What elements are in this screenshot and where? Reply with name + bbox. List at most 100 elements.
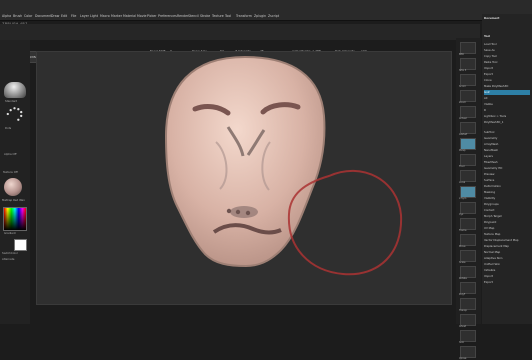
menu-zplugin[interactable]: Zplugin xyxy=(254,14,266,18)
arraymesh-section[interactable]: ArrayMesh xyxy=(484,142,530,147)
clone-button[interactable]: Clone xyxy=(484,78,530,83)
menu-color[interactable]: Color xyxy=(24,14,32,18)
alpha-label: Alpha Off xyxy=(4,152,17,156)
top-shelf: Projection Master LightBox Quick Sketch … xyxy=(0,24,480,69)
alternate-label: Alternate xyxy=(2,257,15,261)
secondary-color-swatch[interactable] xyxy=(14,239,27,251)
menu-edit[interactable]: Edit xyxy=(61,14,67,18)
menu-tool[interactable]: Tool xyxy=(225,14,231,18)
save-as-button[interactable]: Save As xyxy=(484,48,530,53)
masking-section[interactable]: Masking xyxy=(484,190,530,195)
menu-draw[interactable]: Draw xyxy=(51,14,59,18)
persp-label: Persp xyxy=(459,149,466,152)
menu-brush[interactable]: Brush xyxy=(13,14,22,18)
brush-preview-icon[interactable] xyxy=(4,82,26,98)
export-section[interactable]: Export xyxy=(484,280,530,285)
texture-map-section[interactable]: Texture Map xyxy=(484,232,530,237)
scale-label-right: Scale xyxy=(459,261,466,264)
menu-file[interactable]: File xyxy=(71,14,76,18)
polypaint-section[interactable]: Polypaint xyxy=(484,220,530,225)
gradient-label: Gradient xyxy=(4,231,16,235)
menu-layer[interactable]: Layer xyxy=(80,14,89,18)
preview-section[interactable]: Preview xyxy=(484,172,530,177)
geometry-hd-section[interactable]: Geometry HD xyxy=(484,166,530,171)
export-button[interactable]: Export xyxy=(484,72,530,77)
menu-marker[interactable]: Marker xyxy=(111,14,122,18)
polyf-label: PolyF xyxy=(459,293,466,296)
local-label: Local xyxy=(459,181,466,184)
displacement-map-section[interactable]: Displacement Map xyxy=(484,244,530,249)
layers-section[interactable]: Layers xyxy=(484,154,530,159)
normal-map-section[interactable]: Normal Map xyxy=(484,250,530,255)
material-label: MatCap Red Wax xyxy=(2,198,25,202)
menu-macro[interactable]: Macro xyxy=(100,14,110,18)
current-tool-name[interactable]: PolyMesh3D_1 xyxy=(484,120,530,125)
rotate-label-right: Rotate xyxy=(459,277,467,280)
deformation-section[interactable]: Deformation xyxy=(484,184,530,189)
canvas-viewport[interactable] xyxy=(36,51,452,305)
lightbox-tools-button[interactable]: Lightbox > Tools xyxy=(484,114,530,119)
zoom-label: Zoom xyxy=(459,101,466,104)
goz-button[interactable]: GoZ xyxy=(484,90,530,95)
fibermesh-section[interactable]: FiberMesh xyxy=(484,160,530,165)
contact-section[interactable]: Contact xyxy=(484,208,530,213)
transp-label: Transp xyxy=(459,309,467,312)
copy-tool-button[interactable]: Copy Tool xyxy=(484,54,530,59)
unified-skin-section[interactable]: Unified Skin xyxy=(484,262,530,267)
menu-texture[interactable]: Texture xyxy=(212,14,224,18)
all-button[interactable]: All xyxy=(484,96,530,101)
uv-map-section[interactable]: UV Map xyxy=(484,226,530,231)
r-button[interactable]: R xyxy=(484,108,530,113)
menu-document[interactable]: Document xyxy=(35,14,52,18)
material-sphere-icon[interactable] xyxy=(4,178,22,196)
initialize-section[interactable]: Initialize xyxy=(484,268,530,273)
texture-label: Texture Off xyxy=(3,170,18,174)
menu-preferences[interactable]: Preferences xyxy=(158,14,177,18)
menu-alpha[interactable]: Alpha xyxy=(2,14,11,18)
viewport-model xyxy=(164,55,403,276)
menu-transform[interactable]: Transform xyxy=(236,14,252,18)
switchcolor-label: SwitchColor xyxy=(2,251,18,255)
spix-label: SPix 3 xyxy=(459,69,467,72)
menu-material[interactable]: Material xyxy=(123,14,136,18)
geometry-section[interactable]: Geometry xyxy=(484,136,530,141)
lsym-label: L.Sym xyxy=(459,197,467,200)
frame-label: Frame xyxy=(459,229,467,232)
tool-panel: Document Tool Load Tool Save As Copy Too… xyxy=(482,14,532,324)
visibility-section[interactable]: Visibility xyxy=(484,196,530,201)
morph-target-section[interactable]: Morph Target xyxy=(484,214,530,219)
left-shelf: Standard Dots Alpha Off Texture Off MatC… xyxy=(0,40,30,324)
import-button[interactable]: Import xyxy=(484,66,530,71)
import-section[interactable]: Import xyxy=(484,274,530,279)
brush-label: Standard xyxy=(5,99,18,103)
menu-movie[interactable]: Movie xyxy=(137,14,146,18)
visible-button[interactable]: Visible xyxy=(484,102,530,107)
menu-bar: Alpha Brush Color Document Draw Edit Fil… xyxy=(0,0,532,21)
right-icon-shelf: BPR SPix 3 Scroll Zoom Actual AAHalf Per… xyxy=(456,38,481,360)
menu-stroke[interactable]: Stroke xyxy=(200,14,210,18)
xyz-label: Xyz xyxy=(459,213,464,216)
vector-displacement-map-section[interactable]: Vector Displacement Map xyxy=(484,238,530,243)
adaptive-skin-section[interactable]: Adaptive Skin xyxy=(484,256,530,261)
panel-document-title: Document xyxy=(484,16,500,20)
bpr-label: BPR xyxy=(459,53,464,56)
ghost-label: Ghost xyxy=(459,325,467,328)
load-tool-button[interactable]: Load Tool xyxy=(484,42,530,47)
stroke-dots-icon[interactable] xyxy=(3,104,26,124)
color-picker[interactable] xyxy=(3,207,27,231)
surface-section[interactable]: Surface xyxy=(484,178,530,183)
actual-label: Actual xyxy=(459,117,467,120)
make-polymesh3d-button[interactable]: Make PolyMesh3D xyxy=(484,84,530,89)
nanomesh-section[interactable]: NanoMesh xyxy=(484,148,530,153)
polygroups-section[interactable]: Polygroups xyxy=(484,202,530,207)
floor-label: Floor xyxy=(459,165,465,168)
move-label-right: Move xyxy=(459,245,466,248)
menu-light[interactable]: Light xyxy=(90,14,98,18)
menu-render[interactable]: Render xyxy=(177,14,188,18)
menu-stencil[interactable]: Stencil xyxy=(188,14,199,18)
aahalf-label: AAHalf xyxy=(459,133,468,136)
paste-tool-button[interactable]: Paste Tool xyxy=(484,60,530,65)
menu-picker[interactable]: Picker xyxy=(147,14,157,18)
menu-zscript[interactable]: Zscript xyxy=(268,14,279,18)
subtool-section[interactable]: SubTool xyxy=(484,130,530,135)
